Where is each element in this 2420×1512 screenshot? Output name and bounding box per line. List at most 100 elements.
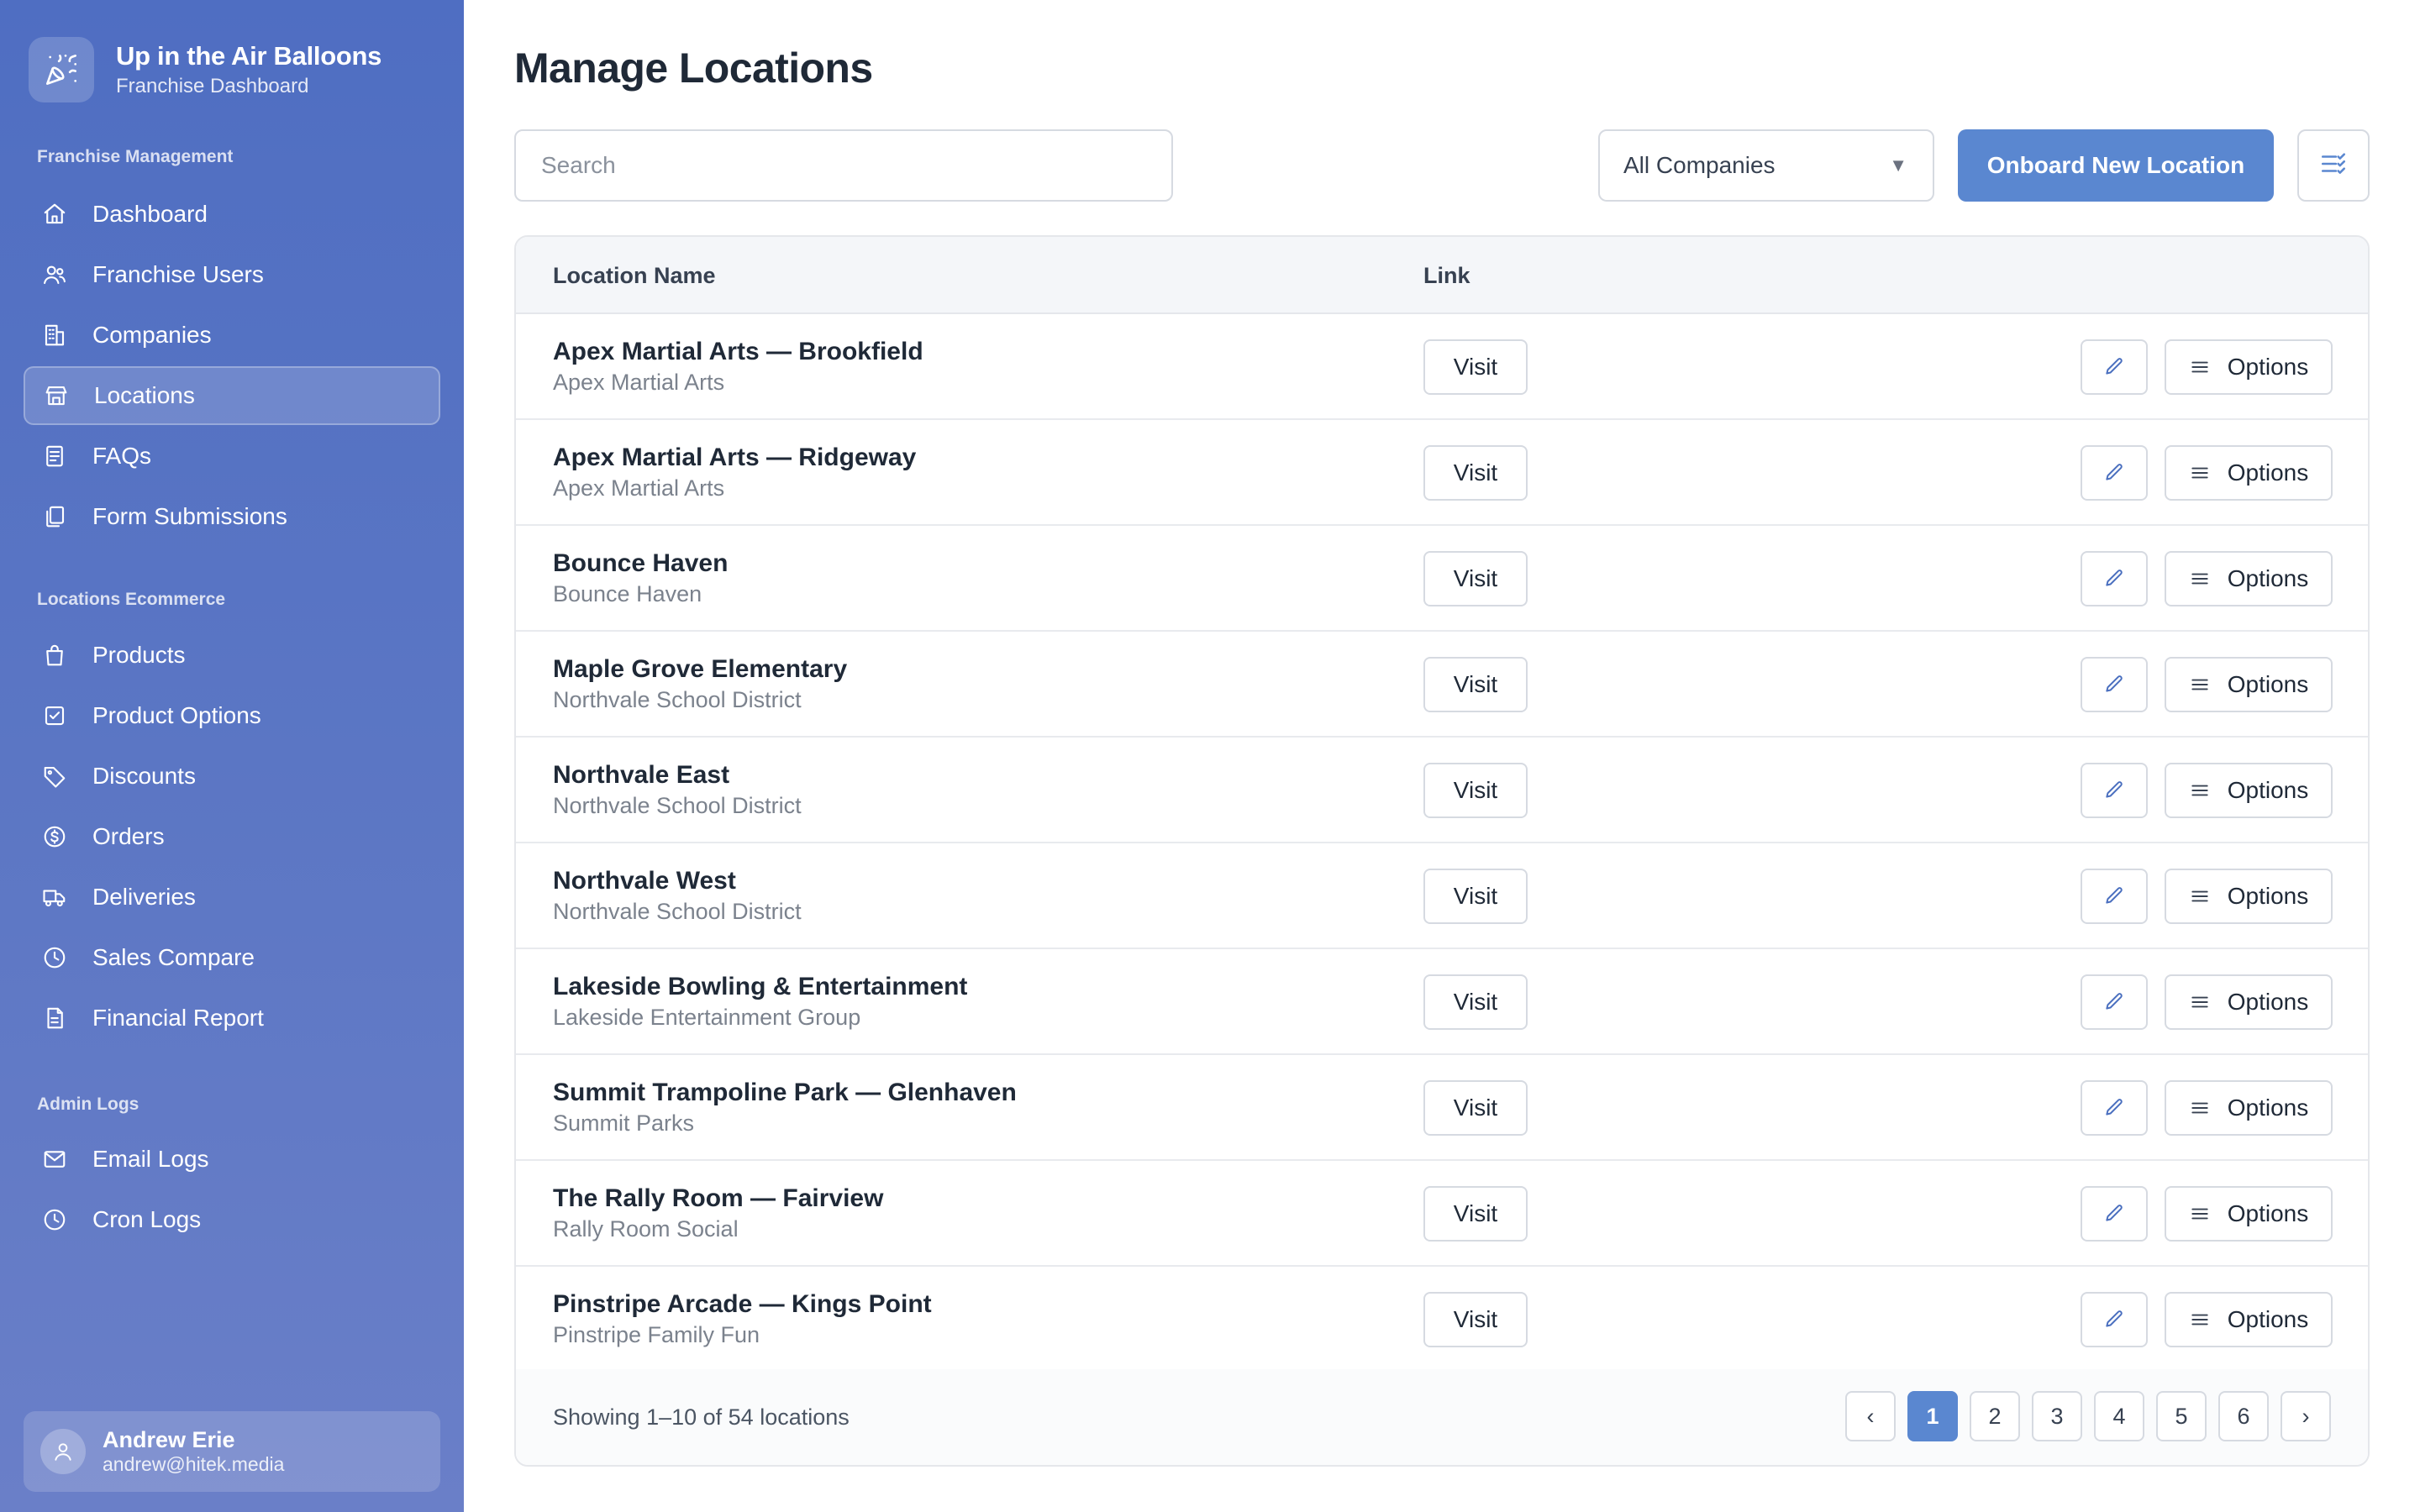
options-label: Options <box>2227 671 2309 697</box>
edit-button[interactable] <box>2081 974 2148 1030</box>
pencil-icon <box>2103 991 2125 1013</box>
location-company: Apex Martial Arts <box>553 370 725 395</box>
edit-button[interactable] <box>2081 763 2148 818</box>
location-name: Lakeside Bowling & Entertainment <box>553 973 968 1000</box>
options-button[interactable]: Options <box>2165 1186 2333 1242</box>
edit-button[interactable] <box>2081 657 2148 712</box>
visit-button[interactable]: Visit <box>1423 974 1528 1030</box>
sidebar-item-discounts[interactable]: Discounts <box>24 747 440 806</box>
document-icon <box>42 444 67 469</box>
table-body: Apex Martial Arts — Brookfield Apex Marti… <box>516 314 2368 1373</box>
menu-icon <box>2189 1097 2211 1119</box>
visit-button[interactable]: Visit <box>1423 657 1528 712</box>
page-button-4[interactable]: 4 <box>2094 1391 2144 1441</box>
sidebar-item-product-options[interactable]: Product Options <box>24 686 440 745</box>
options-button[interactable]: Options <box>2165 974 2333 1030</box>
menu-icon <box>2189 568 2211 590</box>
sidebar-item-label: Form Submissions <box>92 503 287 529</box>
sidebar-item-sales-compare[interactable]: Sales Compare <box>24 928 440 987</box>
page-button-6[interactable]: 6 <box>2218 1391 2269 1441</box>
options-button[interactable]: Options <box>2165 1080 2333 1136</box>
location-name: The Rally Room — Fairview <box>553 1184 884 1212</box>
menu-icon <box>2189 1309 2211 1331</box>
visit-button[interactable]: Visit <box>1423 1186 1528 1242</box>
brand[interactable]: Up in the Air Balloons Franchise Dashboa… <box>29 37 381 102</box>
sidebar-item-companies[interactable]: Companies <box>24 306 440 365</box>
menu-icon <box>2189 1203 2211 1225</box>
visit-button[interactable]: Visit <box>1423 551 1528 606</box>
options-button[interactable]: Options <box>2165 1292 2333 1347</box>
options-button[interactable]: Options <box>2165 445 2333 501</box>
edit-button[interactable] <box>2081 1080 2148 1136</box>
page-title: Manage Locations <box>514 45 873 92</box>
brand-subtitle: Franchise Dashboard <box>116 75 309 97</box>
location-name: Northvale East <box>553 761 730 789</box>
edit-button[interactable] <box>2081 339 2148 395</box>
location-company: Rally Room Social <box>553 1216 739 1242</box>
column-settings-button[interactable] <box>2297 129 2370 202</box>
page-button-1[interactable]: 1 <box>1907 1391 1958 1441</box>
next-page-button[interactable]: › <box>2281 1391 2331 1441</box>
edit-button[interactable] <box>2081 1186 2148 1242</box>
brand-title: Up in the Air Balloons <box>116 41 382 71</box>
sidebar-item-email-logs[interactable]: Email Logs <box>24 1130 440 1189</box>
sidebar-item-deliveries[interactable]: Deliveries <box>24 868 440 927</box>
user-name: Andrew Erie <box>103 1427 235 1452</box>
visit-button[interactable]: Visit <box>1423 445 1528 501</box>
visit-button[interactable]: Visit <box>1423 869 1528 924</box>
sidebar-item-cron-logs[interactable]: Cron Logs <box>24 1190 440 1249</box>
user-email: andrew@hitek.media <box>103 1453 285 1475</box>
location-company: Bounce Haven <box>553 581 702 606</box>
edit-button[interactable] <box>2081 1292 2148 1347</box>
sidebar-item-financial-report[interactable]: Financial Report <box>24 989 440 1047</box>
checklist-icon <box>42 703 67 728</box>
bag-icon <box>42 643 67 668</box>
options-label: Options <box>2227 459 2309 486</box>
options-button[interactable]: Options <box>2165 869 2333 924</box>
location-name: Pinstripe Arcade — Kings Point <box>553 1290 932 1318</box>
options-button[interactable]: Options <box>2165 657 2333 712</box>
sidebar-item-products[interactable]: Products <box>24 626 440 685</box>
location-name: Apex Martial Arts — Ridgeway <box>553 444 917 471</box>
menu-icon <box>2189 356 2211 378</box>
visit-button[interactable]: Visit <box>1423 1080 1528 1136</box>
options-button[interactable]: Options <box>2165 339 2333 395</box>
onboard-new-location-button[interactable]: Onboard New Location <box>1958 129 2274 202</box>
sidebar-item-orders[interactable]: Orders <box>24 807 440 866</box>
sidebar-item-locations[interactable]: Locations <box>24 366 440 425</box>
search-input[interactable] <box>514 129 1173 202</box>
table-row: Lakeside Bowling & Entertainment Lakeside… <box>516 949 2368 1055</box>
clock-icon <box>42 1207 67 1232</box>
options-button[interactable]: Options <box>2165 763 2333 818</box>
sidebar-item-franchise-users[interactable]: Franchise Users <box>24 245 440 304</box>
sidebar-item-label: Products <box>92 642 186 668</box>
page-button-5[interactable]: 5 <box>2156 1391 2207 1441</box>
truck-icon <box>42 885 67 910</box>
location-company: Apex Martial Arts <box>553 475 725 501</box>
sidebar-item-label: FAQs <box>92 443 152 469</box>
visit-button[interactable]: Visit <box>1423 339 1528 395</box>
user-avatar-icon <box>40 1429 86 1474</box>
user-card[interactable]: Andrew Erie andrew@hitek.media <box>24 1411 440 1492</box>
main-content: Manage Locations All Companies ▼ Onboard… <box>464 0 2420 1512</box>
visit-button[interactable]: Visit <box>1423 1292 1528 1347</box>
edit-button[interactable] <box>2081 551 2148 606</box>
table-row: Northvale East Northvale School District V… <box>516 738 2368 843</box>
company-filter-select[interactable]: All Companies ▼ <box>1598 129 1934 202</box>
visit-button[interactable]: Visit <box>1423 763 1528 818</box>
edit-button[interactable] <box>2081 869 2148 924</box>
table-footer: Showing 1–10 of 54 locations ‹ 1 2 3 4 5 6 › <box>516 1369 2368 1465</box>
table-row: Pinstripe Arcade — Kings Point Pinstripe … <box>516 1267 2368 1373</box>
sidebar-item-form-submissions[interactable]: Form Submissions <box>24 487 440 546</box>
sidebar-section-label: Franchise Management <box>37 147 234 166</box>
sidebar-item-label: Sales Compare <box>92 944 255 970</box>
location-name: Bounce Haven <box>553 549 729 577</box>
options-button[interactable]: Options <box>2165 551 2333 606</box>
prev-page-button[interactable]: ‹ <box>1845 1391 1896 1441</box>
edit-button[interactable] <box>2081 445 2148 501</box>
page-button-3[interactable]: 3 <box>2032 1391 2082 1441</box>
sidebar-item-dashboard[interactable]: Dashboard <box>24 185 440 244</box>
sidebar-item-faqs[interactable]: FAQs <box>24 427 440 486</box>
pencil-icon <box>2103 1203 2125 1225</box>
page-button-2[interactable]: 2 <box>1970 1391 2020 1441</box>
